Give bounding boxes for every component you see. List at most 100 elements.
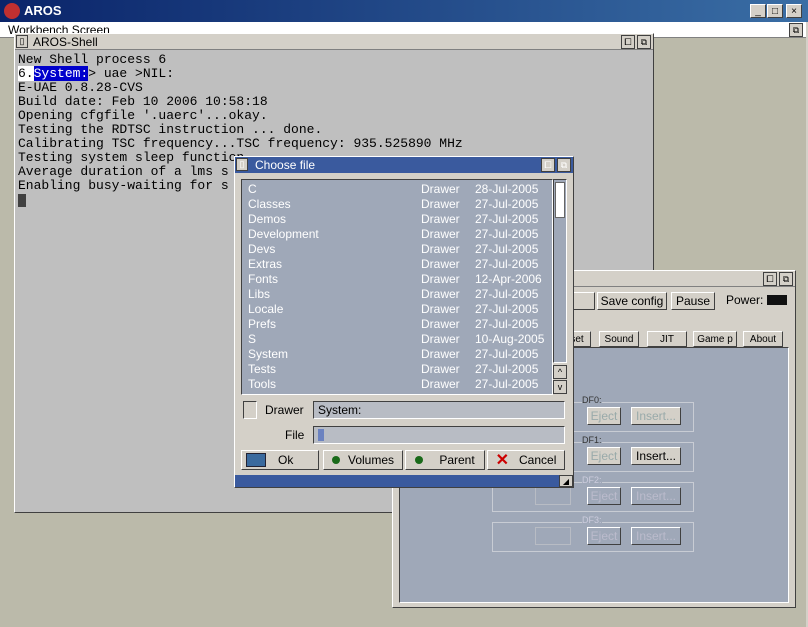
tab-game-port[interactable]: Game p — [693, 331, 737, 347]
host-title: AROS — [24, 3, 62, 18]
parent-dot-icon — [415, 456, 424, 464]
dialog-depth-icon[interactable]: ⧉ — [557, 158, 571, 172]
shell-close-icon[interactable]: ▯ — [16, 35, 28, 48]
save-config-button[interactable]: Save config — [597, 292, 667, 310]
drive-label: DF2: — [582, 475, 602, 485]
power-label: Power: — [726, 293, 764, 307]
shell-title: AROS-Shell — [33, 35, 98, 49]
volumes-dot-icon — [331, 456, 340, 464]
file-type: Drawer — [421, 242, 460, 256]
drive-label: DF0: — [582, 395, 602, 405]
insert-button[interactable]: Insert... — [631, 527, 681, 545]
tab-sound[interactable]: Sound — [599, 331, 639, 347]
drawer-field[interactable]: System: — [313, 401, 565, 419]
dialog-titlebar[interactable]: ▯ Choose file ⧠ ⧉ — [235, 157, 573, 173]
file-name: C — [248, 182, 257, 196]
file-list-item[interactable]: C Drawer 28-Jul-2005 — [242, 182, 552, 197]
file-name: Demos — [248, 212, 287, 226]
file-date: 12-Apr-2006 — [475, 272, 542, 286]
scroll-down-icon[interactable]: v — [553, 380, 567, 394]
file-list[interactable]: C Drawer 28-Jul-2005 Classes Drawer 27-Jul-20… — [241, 179, 553, 395]
file-list-item[interactable]: Locale Drawer 27-Jul-2005 — [242, 302, 552, 317]
file-list-item[interactable]: Libs Drawer 27-Jul-2005 — [242, 287, 552, 302]
file-label: File — [285, 428, 305, 442]
file-type: Drawer — [421, 377, 460, 391]
file-name: Devs — [248, 242, 276, 256]
file-type: Drawer — [421, 182, 460, 196]
file-list-item[interactable]: Extras Drawer 27-Jul-2005 — [242, 257, 552, 272]
file-type: Drawer — [421, 362, 460, 376]
uae-depth-icon[interactable]: ⧉ — [779, 272, 793, 286]
file-date: 27-Jul-2005 — [475, 212, 539, 226]
insert-button[interactable]: Insert... — [631, 407, 681, 425]
eject-button[interactable]: Eject — [587, 447, 621, 465]
file-type: Drawer — [421, 287, 460, 301]
file-name: Development — [248, 227, 319, 241]
shell-zoom-icon[interactable]: ⧠ — [621, 35, 635, 49]
eject-button[interactable]: Eject — [587, 407, 621, 425]
file-list-item[interactable]: Fonts Drawer 12-Apr-2006 — [242, 272, 552, 287]
tab-jit[interactable]: JIT — [647, 331, 687, 347]
uae-zoom-icon[interactable]: ⧠ — [763, 272, 777, 286]
file-name: Fonts — [248, 272, 279, 286]
shell-line: Build date: Feb 10 2006 10:58:18 — [18, 94, 268, 109]
shell-depth-icon[interactable]: ⧉ — [637, 35, 651, 49]
drive-label: DF3: — [582, 515, 602, 525]
file-list-item[interactable]: System Drawer 27-Jul-2005 — [242, 347, 552, 362]
screen-depth-icon[interactable]: ⧉ — [789, 23, 803, 37]
file-type: Drawer — [421, 272, 460, 286]
file-rows: C Drawer 28-Jul-2005 Classes Drawer 27-Jul-20… — [242, 182, 552, 392]
scrollbar-knob[interactable] — [555, 182, 565, 218]
cancel-label: Cancel — [519, 453, 557, 467]
drive-path — [535, 527, 571, 545]
host-titlebar[interactable]: AROS _ □ × — [0, 0, 808, 22]
dialog-status-strip — [235, 475, 573, 487]
scroll-up-icon[interactable]: ^ — [553, 365, 567, 379]
file-date: 27-Jul-2005 — [475, 287, 539, 301]
shell-prompt-line: 6.System:> uae >NIL: — [18, 66, 652, 81]
volumes-button[interactable]: Volumes — [323, 450, 403, 470]
shell-line: Testing the RDTSC instruction ... done. — [18, 122, 323, 137]
tab-about[interactable]: About — [743, 331, 783, 347]
file-list-item[interactable]: Tests Drawer 27-Jul-2005 — [242, 362, 552, 377]
shell-titlebar[interactable]: ▯ AROS-Shell ⧠ ⧉ — [15, 34, 653, 50]
drawer-toggle[interactable] — [243, 401, 257, 419]
file-list-item[interactable]: Classes Drawer 27-Jul-2005 — [242, 197, 552, 212]
eject-button[interactable]: Eject — [587, 527, 621, 545]
ok-button[interactable]: Ok — [241, 450, 319, 470]
parent-button[interactable]: Parent — [405, 450, 485, 470]
parent-label: Parent — [439, 453, 475, 467]
file-date: 27-Jul-2005 — [475, 227, 539, 241]
file-list-item[interactable]: Development Drawer 27-Jul-2005 — [242, 227, 552, 242]
drive-df3: DF3: Eject Insert... — [492, 515, 694, 552]
minimize-button[interactable]: _ — [750, 4, 766, 18]
pause-button[interactable]: Pause — [671, 292, 715, 310]
drive-label: DF1: — [582, 435, 602, 445]
file-list-item[interactable]: Devs Drawer 27-Jul-2005 — [242, 242, 552, 257]
file-field-cursor — [318, 429, 324, 441]
dialog-close-icon[interactable]: ▯ — [236, 158, 248, 171]
close-button[interactable]: × — [786, 4, 802, 18]
dialog-zoom-icon[interactable]: ⧠ — [541, 158, 555, 172]
file-name: S — [248, 332, 257, 346]
volumes-label: Volumes — [347, 453, 395, 467]
file-list-item[interactable]: Demos Drawer 27-Jul-2005 — [242, 212, 552, 227]
shell-line: New Shell process 6 — [18, 52, 167, 67]
file-list-item[interactable]: Tools Drawer 27-Jul-2005 — [242, 377, 552, 392]
maximize-button[interactable]: □ — [767, 4, 783, 18]
cancel-button[interactable]: ✕ Cancel — [487, 450, 565, 470]
file-requester[interactable]: ▯ Choose file ⧠ ⧉ C Drawer 28-Jul-2005 Clas… — [234, 156, 574, 488]
file-list-item[interactable]: S Drawer 10-Aug-2005 — [242, 332, 552, 347]
file-date: 27-Jul-2005 — [475, 347, 539, 361]
dialog-resize-icon[interactable]: ◢ — [559, 475, 573, 487]
cancel-x-icon: ✕ — [495, 452, 510, 469]
file-list-item[interactable]: Prefs Drawer 27-Jul-2005 — [242, 317, 552, 332]
file-type: Drawer — [421, 302, 460, 316]
uae-blank-button[interactable] — [573, 292, 595, 310]
eject-button[interactable]: Eject — [587, 487, 621, 505]
file-field[interactable] — [313, 426, 565, 444]
insert-button[interactable]: Insert... — [631, 447, 681, 465]
file-list-scrollbar[interactable] — [553, 179, 567, 363]
file-type: Drawer — [421, 227, 460, 241]
insert-button[interactable]: Insert... — [631, 487, 681, 505]
